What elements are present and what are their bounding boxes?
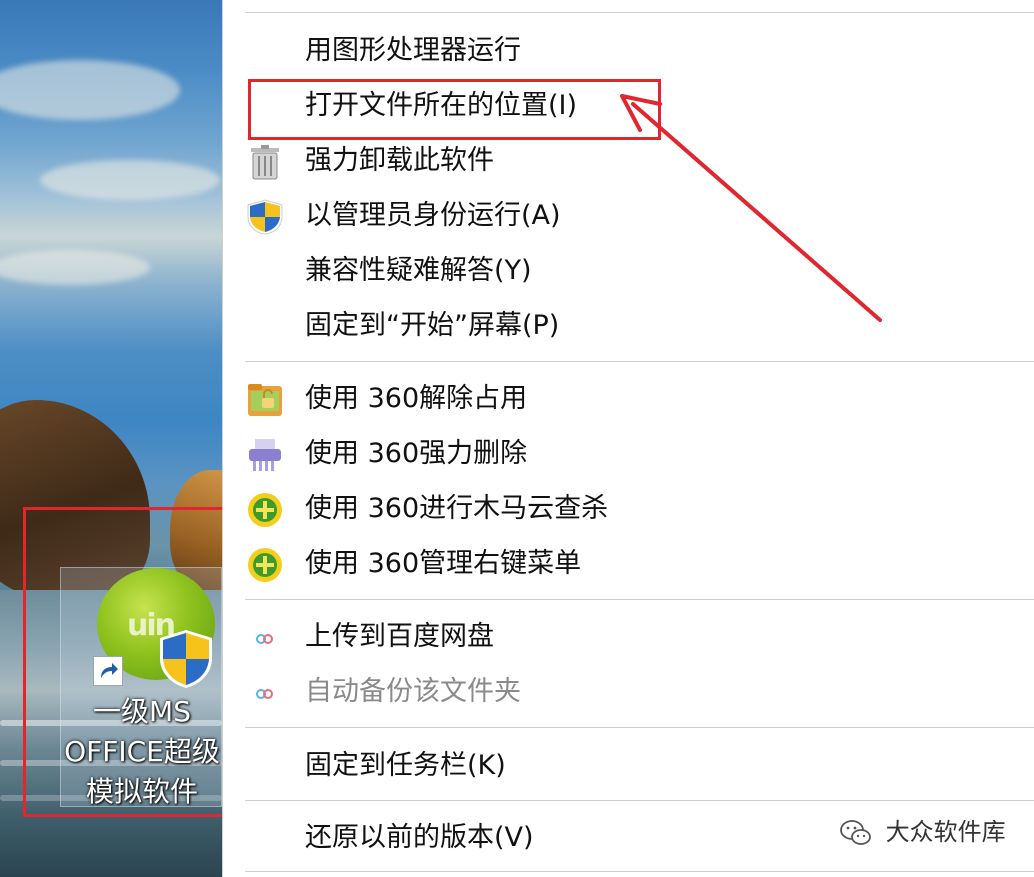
wallpaper-cloud: [0, 60, 180, 120]
360-icon: [248, 493, 282, 527]
watermark: 大众软件库: [840, 812, 1006, 852]
menu-item-label: 上传到百度网盘: [305, 621, 494, 652]
menu-item-label: 用图形处理器运行: [305, 35, 521, 66]
menu-item-360-manage-menu[interactable]: 使用 360管理右键菜单: [223, 537, 1034, 591]
uac-shield-icon: [247, 199, 283, 235]
menu-separator: [245, 599, 1034, 600]
menu-separator: [245, 12, 1034, 13]
menu-item-label: 强力卸载此软件: [305, 145, 494, 176]
wechat-icon: [840, 820, 871, 845]
menu-item-label: 使用 360进行木马云查杀: [305, 493, 609, 524]
menu-item-run-with-gpu[interactable]: 用图形处理器运行: [223, 24, 1034, 78]
360-icon: [248, 548, 282, 582]
menu-item-label: 固定到任务栏(K): [305, 750, 506, 781]
menu-item-pin-to-taskbar[interactable]: 固定到任务栏(K): [223, 739, 1034, 793]
menu-item-label: 兼容性疑难解答(Y): [305, 255, 532, 286]
menu-separator: [245, 800, 1034, 801]
baidu-cloud-icon: [256, 689, 273, 699]
menu-item-360-force-delete[interactable]: 使用 360强力删除: [223, 427, 1034, 481]
menu-item-label: 使用 360强力删除: [305, 438, 528, 469]
menu-item-auto-backup[interactable]: 自动备份该文件夹: [223, 665, 1034, 719]
menu-item-troubleshoot-compat[interactable]: 兼容性疑难解答(Y): [223, 244, 1034, 298]
menu-separator: [245, 361, 1034, 362]
folder-lock-icon: [248, 384, 282, 416]
menu-item-360-trojan-scan[interactable]: 使用 360进行木马云查杀: [223, 482, 1034, 536]
baidu-cloud-icon: [256, 634, 273, 644]
menu-item-360-unlock[interactable]: 使用 360解除占用: [223, 372, 1034, 426]
menu-item-label: 固定到“开始”屏幕(P): [305, 310, 560, 341]
menu-item-label: 使用 360解除占用: [305, 383, 528, 414]
menu-item-pin-to-start[interactable]: 固定到“开始”屏幕(P): [223, 299, 1034, 353]
menu-separator: [245, 871, 1034, 872]
menu-item-label: 自动备份该文件夹: [305, 676, 521, 707]
menu-separator: [245, 727, 1034, 728]
highlight-box-open-location: [248, 79, 661, 140]
menu-item-force-uninstall[interactable]: 强力卸载此软件: [223, 134, 1034, 188]
wallpaper-cloud: [0, 250, 150, 285]
trash-icon: [251, 145, 279, 180]
menu-item-label: 还原以前的版本(V): [305, 822, 534, 853]
shredder-icon: [249, 439, 281, 471]
wallpaper-cloud: [40, 160, 220, 200]
watermark-text: 大众软件库: [885, 818, 1006, 846]
menu-item-label: 使用 360管理右键菜单: [305, 548, 582, 579]
menu-item-upload-baidu[interactable]: 上传到百度网盘: [223, 610, 1034, 664]
menu-item-label: 以管理员身份运行(A): [305, 200, 561, 231]
menu-item-run-as-admin[interactable]: 以管理员身份运行(A): [223, 189, 1034, 243]
